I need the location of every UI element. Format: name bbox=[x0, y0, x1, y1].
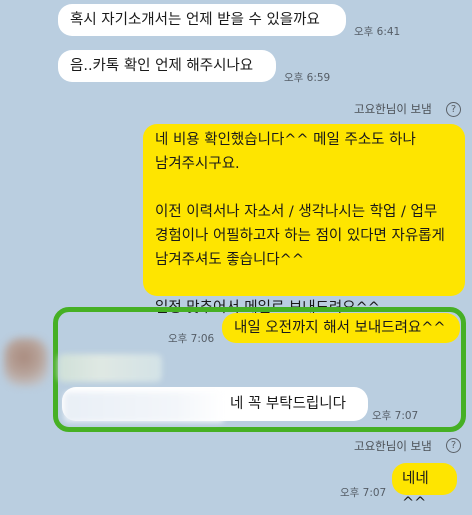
outgoing-message[interactable]: 네 비용 확인했습니다^^ 메일 주소도 하나 남겨주시구요. 이전 이력서나 … bbox=[143, 124, 465, 316]
incoming-message[interactable]: 음..카톡 확인 언제 해주시나요 bbox=[58, 50, 276, 82]
outgoing-message[interactable]: 네네^^ bbox=[392, 463, 457, 511]
blurred-sender-name bbox=[58, 354, 162, 382]
blurred-text bbox=[64, 392, 224, 422]
sent-by-note: 고요한님이 보냄 bbox=[354, 439, 432, 453]
message-time: 오후 7:07 bbox=[340, 487, 387, 499]
outgoing-message[interactable]: 내일 오전까지 해서 보내드려요^^ bbox=[222, 313, 460, 343]
message-time: 오후 6:59 bbox=[284, 72, 331, 84]
sent-by-note: 고요한님이 보냄 bbox=[354, 102, 432, 116]
message-time: 오후 7:07 bbox=[372, 410, 419, 422]
question-circle-icon[interactable]: ? bbox=[446, 438, 461, 453]
incoming-message[interactable]: 혹시 자기소개서는 언제 받을 수 있을까요 bbox=[58, 4, 346, 36]
message-time: 오후 6:41 bbox=[354, 26, 401, 38]
question-circle-icon[interactable]: ? bbox=[446, 102, 461, 117]
message-time: 오후 7:06 bbox=[168, 333, 215, 345]
avatar[interactable] bbox=[4, 338, 48, 386]
